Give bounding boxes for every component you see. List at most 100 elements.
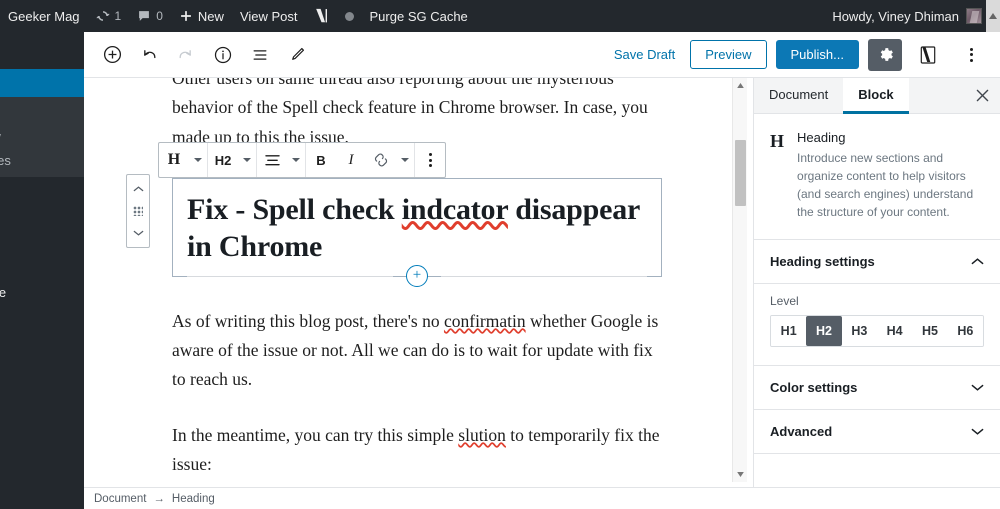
adminbar-status-dot[interactable] — [337, 0, 362, 32]
breadcrumb-separator-icon: → — [153, 492, 165, 505]
more-rich-text-chevron-down-icon[interactable] — [396, 143, 414, 177]
level-button-h3[interactable]: H3 — [841, 316, 877, 346]
alignment-group — [257, 143, 306, 177]
adminbar-updates[interactable]: 1 — [88, 0, 130, 32]
editor-breadcrumb-bar: Document → Heading — [84, 487, 1000, 509]
yoast-seo-icon — [314, 8, 329, 24]
panel-advanced-toggle[interactable]: Advanced — [754, 410, 1000, 454]
sidebar-item-add-new[interactable]: Add New — [0, 125, 84, 149]
adminbar-yoast[interactable] — [306, 0, 337, 32]
wordpress-block-editor: Geeker Mag 1 0 New View Post Purge SG Ca… — [0, 0, 1000, 509]
italic-button[interactable]: I — [336, 143, 366, 177]
adminbar-my-account[interactable]: Howdy, Viney Dhiman — [824, 0, 986, 32]
heading-level-chevron-down-icon[interactable] — [238, 143, 256, 177]
sidebar-item-label: Categories — [0, 153, 11, 168]
sidebar-item-dashboard[interactable]: Dashboard — [0, 32, 84, 60]
page-scrollbar-up-arrow[interactable] — [986, 0, 1000, 32]
pencil-edit-icon[interactable] — [280, 38, 314, 72]
move-block-down-button[interactable] — [133, 222, 144, 244]
post-content: Other users on same thread also reportin… — [172, 78, 662, 482]
undo-icon[interactable] — [132, 38, 166, 72]
sidebar-item-appearance[interactable]: Appearance — [0, 279, 84, 307]
adminbar-view-post[interactable]: View Post — [232, 0, 306, 32]
adminbar-purge-cache-label: Purge SG Cache — [369, 8, 468, 24]
settings-gear-button[interactable] — [868, 38, 902, 71]
align-chevron-down-icon[interactable] — [287, 143, 305, 177]
tab-document[interactable]: Document — [754, 78, 843, 114]
add-block-inline-icon[interactable]: + — [187, 264, 647, 287]
adminbar-purge-cache[interactable]: Purge SG Cache — [362, 0, 476, 32]
sidebar-item-optimizer[interactable]: Optimizer — [0, 456, 84, 484]
sidebar-item-settings[interactable]: Settings — [0, 391, 84, 419]
paragraph-block-3[interactable]: In the meantime, you can try this simple… — [172, 421, 662, 480]
heading-level-button[interactable]: H2 — [208, 143, 238, 177]
block-type-button[interactable]: H — [159, 143, 189, 177]
content-info-icon[interactable] — [206, 38, 240, 72]
sidebar-item-users[interactable]: Users — [0, 335, 84, 363]
sidebar-item-posts[interactable]: Posts — [0, 69, 84, 97]
bold-button[interactable]: B — [306, 143, 336, 177]
scroll-up-arrow-icon[interactable] — [733, 78, 748, 93]
level-button-h1[interactable]: H1 — [771, 316, 807, 346]
sidebar-item-comments[interactable]: Comments — [0, 242, 84, 270]
gear-icon — [877, 46, 894, 63]
close-icon — [976, 89, 989, 102]
redo-icon[interactable] — [169, 38, 203, 72]
sidebar-item-plugins[interactable]: Plugins — [0, 307, 84, 335]
scrollbar-thumb[interactable] — [735, 140, 746, 206]
sidebar-item-seo[interactable]: SEO — [0, 428, 84, 456]
sidebar-item-label: Appearance — [0, 285, 7, 300]
adminbar-comments[interactable]: 0 — [129, 0, 171, 32]
chevron-down-icon — [971, 427, 984, 436]
save-draft-button[interactable]: Save Draft — [608, 43, 681, 66]
sidebar-item-categories[interactable]: Categories — [0, 149, 84, 173]
yoast-sidebar-button[interactable] — [911, 39, 945, 71]
align-text-button[interactable] — [257, 143, 287, 177]
sidebar-item-all-posts[interactable]: All Posts — [0, 101, 84, 125]
block-description: Introduce new sections and organize cont… — [797, 151, 974, 219]
publish-button[interactable]: Publish... — [775, 40, 859, 69]
heading-text-before: Fix - Spell check — [187, 193, 402, 227]
tab-block[interactable]: Block — [843, 78, 909, 114]
menu-separator — [0, 419, 84, 428]
breadcrumb-block[interactable]: Heading — [172, 493, 215, 505]
yoast-seo-icon — [920, 45, 936, 64]
level-button-h5[interactable]: H5 — [912, 316, 948, 346]
level-button-h4[interactable]: H4 — [876, 316, 913, 346]
sidebar-item-tools[interactable]: Tools — [0, 363, 84, 391]
block-list-view-icon[interactable] — [243, 38, 277, 72]
avatar — [966, 8, 982, 24]
adminbar-new-content[interactable]: New — [171, 0, 232, 32]
more-menu-button[interactable] — [954, 39, 988, 71]
paragraph-block-2[interactable]: As of writing this blog post, there's no… — [172, 307, 662, 395]
breadcrumb-document[interactable]: Document — [94, 493, 146, 505]
block-options-button[interactable] — [415, 143, 445, 177]
link-button[interactable] — [366, 143, 396, 177]
move-block-up-button[interactable] — [133, 178, 144, 200]
editor-canvas[interactable]: Other users on same thread also reportin… — [84, 78, 754, 482]
level-button-h2[interactable]: H2 — [806, 316, 842, 346]
panel-heading-settings-toggle[interactable]: Heading settings — [754, 240, 1000, 284]
adminbar-site-name[interactable]: Geeker Mag — [0, 0, 88, 32]
plus-icon — [179, 9, 193, 23]
heading-block-text[interactable]: Fix - Spell check indcator disappear in … — [187, 191, 647, 265]
preview-button[interactable]: Preview — [690, 40, 767, 69]
paragraph-line-2: of the Spell check feature in Chrome bro… — [172, 97, 648, 147]
editor-vertical-scrollbar[interactable] — [732, 78, 747, 482]
add-block-plus-icon[interactable] — [95, 38, 129, 72]
block-type-chevron-down-icon[interactable] — [189, 143, 207, 177]
sidebar-item-media[interactable]: Media — [0, 186, 84, 214]
align-text-icon — [264, 154, 280, 167]
kebab-more-icon — [969, 47, 973, 62]
misspelled-word: confirmatin — [443, 310, 526, 331]
sidebar-item-pages[interactable]: Pages — [0, 214, 84, 242]
scroll-down-arrow-icon[interactable] — [733, 467, 748, 482]
paragraph-text: As of writing this blog post, there's no — [172, 310, 444, 331]
heading-block-icon: H — [770, 131, 785, 151]
panel-color-settings-toggle[interactable]: Color settings — [754, 366, 1000, 410]
drag-block-handle[interactable] — [133, 200, 143, 222]
close-sidebar-button[interactable] — [964, 78, 1000, 113]
level-button-h6[interactable]: H6 — [947, 316, 983, 346]
selected-heading-block[interactable]: Fix - Spell check indcator disappear in … — [172, 178, 662, 287]
sidebar-item-label: Add New — [0, 129, 1, 144]
